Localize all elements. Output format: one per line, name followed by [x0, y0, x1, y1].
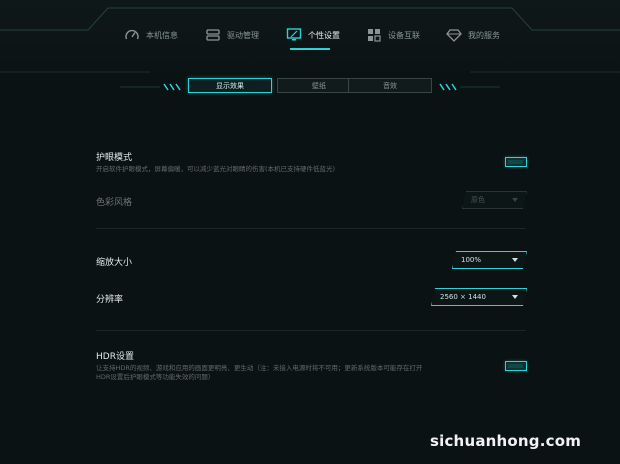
hdr-description-line2: HDR设置后护眼模式等功能失效的问题） — [96, 373, 215, 381]
diamond-icon — [446, 27, 462, 43]
nav-item-device-connect[interactable]: 设备互联 — [366, 22, 420, 48]
nav-item-label: 驱动管理 — [227, 30, 259, 40]
resolution-label: 分辨率 — [96, 295, 124, 305]
watermark-text: sichuanhong.com — [430, 432, 582, 450]
nav-item-label: 我的服务 — [468, 30, 500, 40]
nav-item-personalization[interactable]: 个性设置 — [286, 22, 340, 48]
hdr-description-line1: 让支持HDR的视频、游戏和应用的画面更明亮、更生动（注：未接入电源时将不可用；更… — [96, 364, 423, 372]
nav-item-device-info[interactable]: 本机信息 — [124, 22, 178, 48]
main-nav: 本机信息 驱动管理 个性设置 设备互联 我的服务 — [0, 22, 620, 48]
nav-item-driver-management[interactable]: 驱动管理 — [205, 22, 259, 48]
driver-icon — [205, 27, 221, 43]
gauge-icon — [124, 27, 140, 43]
scale-value: 100% — [461, 256, 482, 264]
nav-item-label: 本机信息 — [146, 30, 178, 40]
color-style-label: 色彩风格 — [96, 198, 133, 208]
scale-select[interactable]: 100% — [452, 251, 527, 269]
eye-care-toggle[interactable] — [505, 157, 527, 167]
hdr-toggle[interactable] — [505, 361, 527, 371]
chevron-down-icon — [512, 198, 518, 202]
nav-item-label: 个性设置 — [308, 30, 340, 40]
color-style-select[interactable]: 原色 — [462, 191, 527, 209]
nav-item-my-service[interactable]: 我的服务 — [446, 22, 500, 48]
sub-tabs: 显示效果 壁纸 音效 — [0, 78, 620, 94]
scale-label: 缩放大小 — [96, 258, 133, 268]
resolution-value: 2560 × 1440 — [440, 293, 486, 301]
hdr-title: HDR设置 — [96, 352, 134, 362]
divider — [96, 330, 526, 331]
divider — [96, 228, 526, 229]
chevron-down-icon — [512, 295, 518, 299]
tab-sound-effect[interactable]: 音效 — [348, 78, 432, 93]
eye-care-title: 护眼模式 — [96, 153, 133, 163]
chevron-down-icon — [512, 258, 518, 262]
eye-care-description: 开启软件护眼模式，屏幕偏暖，可以减少蓝光对眼睛的伤害(本机已支持硬件低蓝光) — [96, 165, 336, 173]
resolution-select[interactable]: 2560 × 1440 — [431, 288, 527, 306]
nav-item-label: 设备互联 — [388, 30, 420, 40]
tab-display-effect[interactable]: 显示效果 — [188, 78, 272, 93]
monitor-icon — [286, 27, 302, 43]
color-style-value: 原色 — [471, 196, 485, 204]
grid-icon — [366, 27, 382, 43]
